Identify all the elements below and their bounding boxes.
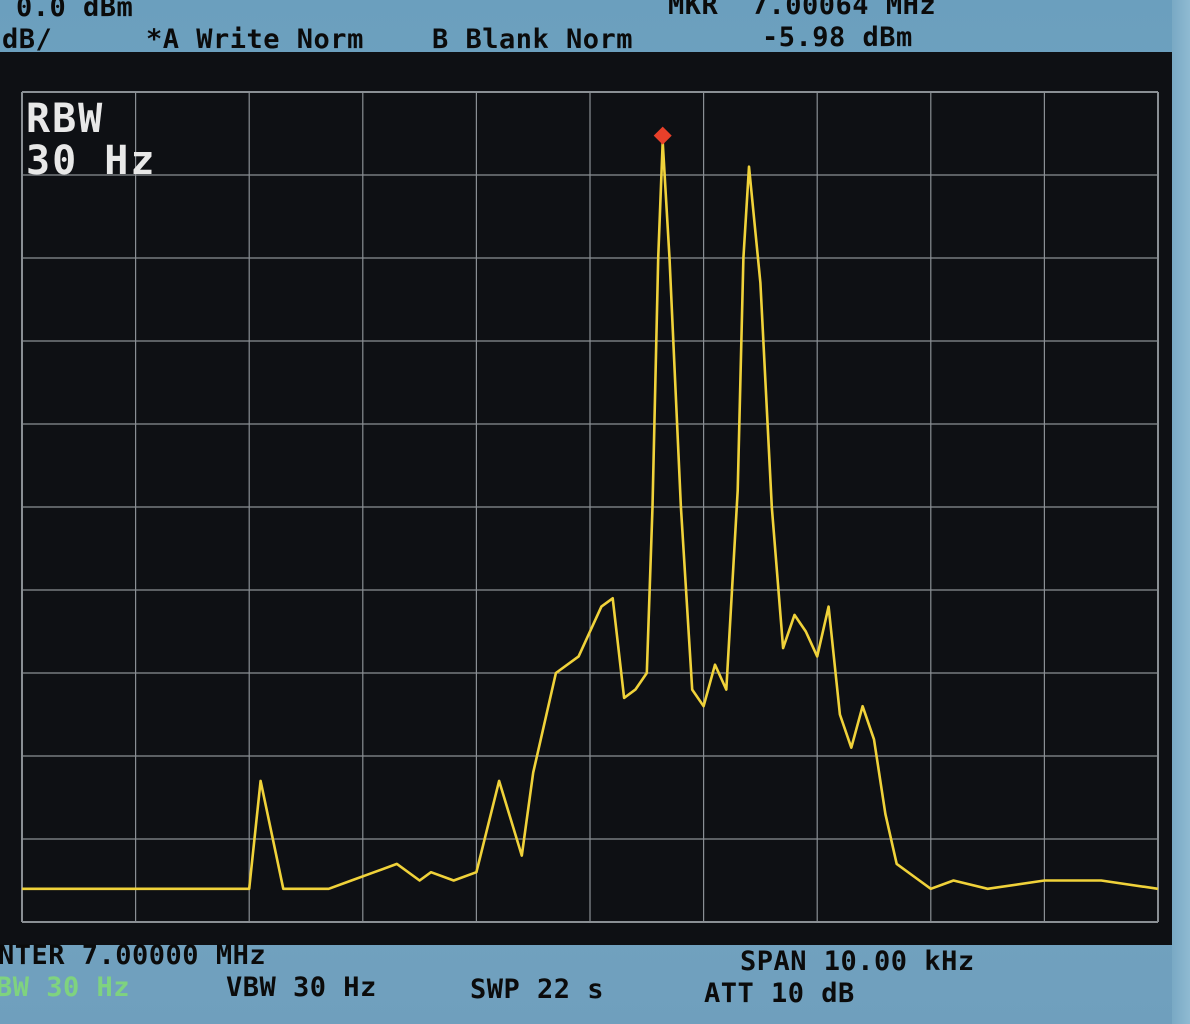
sweep-time-readout: SWP 22 s xyxy=(470,974,605,1005)
marker-diamond xyxy=(653,126,672,145)
trace-a-status: *A_Write Norm xyxy=(146,24,364,55)
ref-level-readout: 0.0 dBm xyxy=(16,0,134,23)
span-readout: SPAN 10.00 kHz xyxy=(740,946,975,977)
scale-readout: dB/ xyxy=(2,24,53,55)
marker-level-readout: -5.98 dBm xyxy=(762,22,913,53)
rbw-label: RBW xyxy=(26,96,105,142)
rbw-value: 30 Hz xyxy=(26,138,157,184)
attenuation-readout: ATT 10 dB xyxy=(704,978,855,1009)
rbw-overlay: RBW 30 Hz xyxy=(26,98,156,182)
spectrum-display xyxy=(0,52,1172,945)
spectrum-plot xyxy=(21,91,1159,923)
marker-frequency-readout: MKR 7.00064 MHz xyxy=(668,0,937,21)
screen-bezel-edge xyxy=(1172,0,1190,1024)
analyzer-screen: 0.0 dBm dB/ *A_Write Norm B_Blank Norm M… xyxy=(0,0,1190,1024)
rbw-readout: BW 30 Hz xyxy=(0,972,131,1003)
vbw-readout: VBW 30 Hz xyxy=(226,972,377,1003)
trace-b-status: B_Blank Norm xyxy=(432,24,634,55)
center-frequency-readout: NTER 7.00000 MHz xyxy=(0,940,267,971)
